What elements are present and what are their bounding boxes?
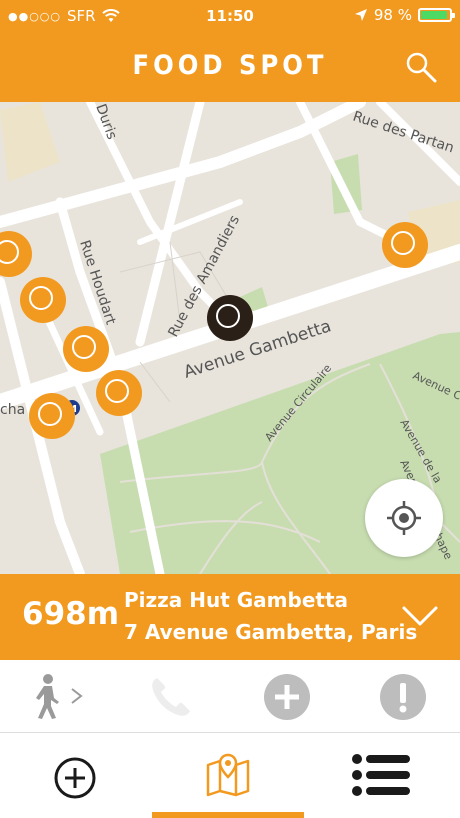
place-address: 7 Avenue Gambetta, Paris bbox=[124, 620, 418, 644]
directions-button[interactable] bbox=[24, 672, 94, 720]
tab-bar bbox=[0, 733, 460, 818]
map-icon bbox=[206, 753, 250, 797]
distance-label: 698m bbox=[22, 596, 120, 632]
walking-person-icon bbox=[36, 674, 83, 719]
locate-icon bbox=[387, 501, 421, 535]
street-label-metro: cha bbox=[0, 402, 25, 418]
tab-map[interactable] bbox=[204, 751, 252, 799]
restaurant-pin[interactable] bbox=[29, 393, 75, 439]
search-icon[interactable] bbox=[404, 50, 438, 84]
building-block bbox=[0, 102, 60, 182]
status-right: 98 % bbox=[354, 6, 455, 24]
battery-fill bbox=[421, 11, 448, 19]
street-label-partants: Rue des Partan bbox=[351, 109, 456, 157]
status-bar: ●●○○○ SFR 11:50 98 % bbox=[0, 0, 460, 32]
restaurant-pin[interactable] bbox=[96, 370, 142, 416]
tab-list[interactable] bbox=[352, 753, 412, 797]
place-name: Pizza Hut Gambetta bbox=[124, 588, 349, 612]
app-title: FOOD SPOT bbox=[132, 50, 328, 81]
report-button[interactable] bbox=[380, 674, 426, 720]
add-circle-icon bbox=[54, 757, 96, 799]
battery-percent: 98 % bbox=[373, 6, 412, 24]
battery-icon bbox=[418, 8, 455, 22]
action-row bbox=[0, 660, 460, 733]
active-tab-indicator bbox=[152, 812, 304, 818]
plus-icon bbox=[275, 685, 299, 709]
app-header: FOOD SPOT bbox=[0, 32, 460, 102]
tab-add[interactable] bbox=[52, 755, 98, 801]
exclamation-icon bbox=[399, 683, 407, 713]
selected-restaurant-pin[interactable] bbox=[207, 295, 253, 341]
location-arrow-icon bbox=[354, 9, 367, 21]
place-info-bar[interactable]: 698m Pizza Hut Gambetta 7 Avenue Gambett… bbox=[0, 574, 460, 660]
add-button[interactable] bbox=[264, 674, 310, 720]
chevron-down-icon[interactable] bbox=[400, 596, 440, 636]
restaurant-pin[interactable] bbox=[63, 326, 109, 372]
phone-icon[interactable] bbox=[148, 674, 194, 720]
map-view[interactable]: Duris Rue des Partan Rue Houdart Rue des… bbox=[0, 102, 460, 574]
locate-button[interactable] bbox=[365, 479, 443, 557]
list-icon bbox=[352, 754, 410, 796]
restaurant-pin[interactable] bbox=[20, 277, 66, 323]
restaurant-pin[interactable] bbox=[382, 222, 428, 268]
